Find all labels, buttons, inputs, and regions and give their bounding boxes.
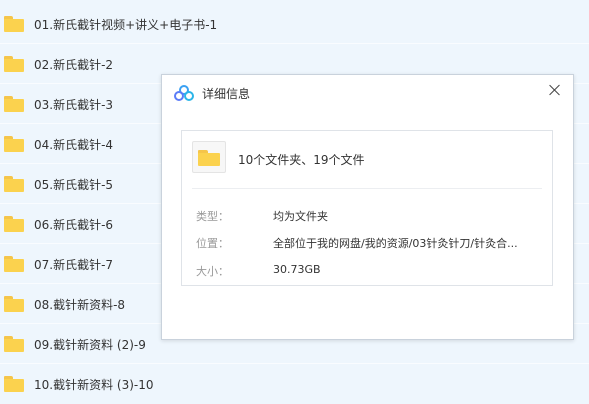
- folder-icon: [4, 296, 24, 312]
- location-row: 位置： 全部位于我的网盘/我的资源/03针灸针刀/针灸合...: [182, 235, 552, 251]
- folder-icon: [4, 56, 24, 72]
- info-card: 10个文件夹、19个文件 类型： 均为文件夹 位置： 全部位于我的网盘/我的资源…: [181, 130, 553, 286]
- details-dialog: 详细信息 10个文件夹、19个文件 类型： 均为文件夹 位置： 全部位于我的网盘…: [161, 74, 574, 340]
- file-name: 10.截针新资料 (3)-10: [34, 377, 154, 392]
- file-name: 03.新氏截针-3: [34, 97, 114, 112]
- file-name: 06.新氏截针-6: [34, 217, 114, 232]
- type-row: 类型： 均为文件夹: [182, 208, 552, 224]
- cloud-logo-icon: [174, 85, 194, 101]
- folder-icon: [4, 216, 24, 232]
- size-value: 30.73GB: [273, 263, 321, 276]
- file-name: 09.截针新资料 (2)-9: [34, 337, 146, 352]
- location-value[interactable]: 全部位于我的网盘/我的资源/03针灸针刀/针灸合...: [273, 235, 518, 251]
- file-name: 02.新氏截针-2: [34, 57, 114, 72]
- list-item[interactable]: 10.截针新资料 (3)-10: [0, 364, 589, 404]
- file-name: 01.新氏截针视频+讲义+电子书-1: [34, 17, 218, 32]
- file-name: 04.新氏截针-4: [34, 137, 114, 152]
- type-value: 均为文件夹: [273, 210, 328, 223]
- folder-icon: [4, 256, 24, 272]
- file-name: 08.截针新资料-8: [34, 297, 126, 312]
- size-label: 大小：: [196, 265, 229, 278]
- folder-icon: [4, 176, 24, 192]
- folder-icon: [4, 16, 24, 32]
- file-name: 07.新氏截针-7: [34, 257, 114, 272]
- file-name: 05.新氏截针-5: [34, 177, 114, 192]
- dialog-header: 详细信息: [162, 75, 573, 109]
- location-label: 位置：: [196, 237, 229, 250]
- close-icon[interactable]: [545, 80, 565, 100]
- divider: [192, 188, 542, 189]
- folder-icon: [4, 136, 24, 152]
- folder-icon: [192, 141, 226, 173]
- folder-icon: [4, 96, 24, 112]
- list-item[interactable]: 01.新氏截针视频+讲义+电子书-1: [0, 4, 589, 44]
- type-label: 类型：: [196, 210, 229, 223]
- selection-summary: 10个文件夹、19个文件: [238, 153, 365, 167]
- folder-icon: [4, 376, 24, 392]
- dialog-title: 详细信息: [202, 87, 251, 101]
- folder-icon: [4, 336, 24, 352]
- size-row: 大小： 30.73GB: [182, 263, 552, 279]
